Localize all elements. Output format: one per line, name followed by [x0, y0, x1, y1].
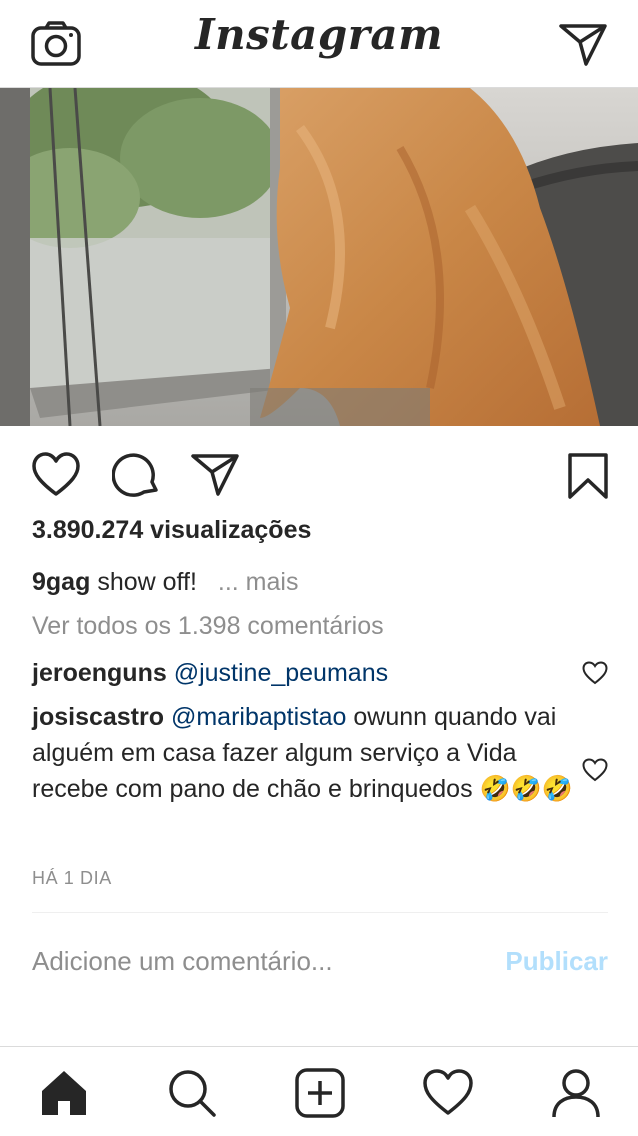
comment-like-icon[interactable] [582, 661, 608, 685]
caption-text: show off! [97, 568, 197, 596]
post-timestamp: HÁ 1 DIA [32, 868, 112, 888]
activity-heart-icon[interactable] [422, 1067, 474, 1119]
bookmark-icon[interactable] [566, 452, 610, 500]
profile-icon[interactable] [550, 1067, 602, 1119]
post-actions [0, 426, 638, 520]
comment-mention[interactable]: @maribaptistao [171, 703, 346, 731]
add-comment-input[interactable]: Adicione um comentário... [32, 946, 333, 977]
view-all-comments-link[interactable]: Ver todos os 1.398 comentários [32, 612, 384, 641]
share-direct-icon[interactable] [190, 452, 240, 498]
direct-message-icon[interactable] [558, 20, 608, 68]
comment-mention[interactable]: @justine_peumans [174, 659, 388, 687]
view-count[interactable]: 3.890.274 visualizações [32, 516, 311, 545]
add-post-icon[interactable] [294, 1067, 346, 1119]
comment-item: jeroenguns @justine_peumans [32, 655, 572, 691]
like-heart-icon[interactable] [32, 452, 80, 498]
comment-like-icon[interactable] [582, 758, 608, 782]
top-bar: Instagram [0, 0, 638, 88]
comment-username[interactable]: josiscastro [32, 703, 164, 731]
caption-username[interactable]: 9gag [32, 568, 90, 596]
home-icon[interactable] [38, 1067, 90, 1119]
comment-bubble-icon[interactable] [112, 452, 160, 498]
publish-button[interactable]: Publicar [505, 946, 608, 977]
search-icon[interactable] [166, 1067, 218, 1119]
instagram-logo: Instagram [194, 10, 444, 59]
post-video[interactable] [0, 88, 638, 426]
comment-item: josiscastro @maribaptistao owunn quando … [32, 699, 582, 807]
divider [32, 912, 608, 913]
post-caption: 9gag show off! ... mais [32, 568, 298, 597]
comment-username[interactable]: jeroenguns [32, 659, 167, 687]
more-link[interactable]: ... mais [218, 568, 299, 596]
bottom-nav [0, 1046, 638, 1136]
video-frame [0, 88, 638, 426]
